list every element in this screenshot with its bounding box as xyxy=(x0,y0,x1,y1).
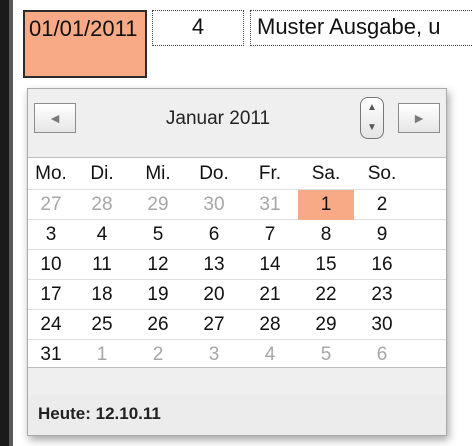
weekday-label: Fr. xyxy=(258,163,282,184)
day-cell[interactable]: 27 xyxy=(186,310,242,340)
week-row: 10 11 12 13 14 15 16 xyxy=(28,250,446,280)
day-cell[interactable]: 6 xyxy=(186,220,242,250)
day-cell[interactable]: 1 xyxy=(74,340,130,370)
date-picker-popup: ◄ Januar 2011 ▲ ▼ ► Mo. Di. Mi. Do. Fr. Sa. So… xyxy=(27,88,447,436)
left-edge-shadow xyxy=(9,0,13,446)
day-cell[interactable]: 11 xyxy=(74,250,130,280)
day-cell[interactable]: 5 xyxy=(298,340,354,370)
weekday-header: Mo. Di. Mi. Do. Fr. Sa. So. xyxy=(28,158,446,190)
day-cell[interactable]: 6 xyxy=(354,340,410,370)
day-cell[interactable]: 2 xyxy=(130,340,186,370)
day-cell-selected[interactable]: 1 xyxy=(298,190,354,220)
date-cell-editing[interactable]: 01/01/2011 xyxy=(23,10,147,78)
next-month-button[interactable]: ► xyxy=(398,103,440,133)
day-cell[interactable]: 28 xyxy=(242,310,298,340)
week-row: 3456789 xyxy=(28,220,446,250)
day-cell[interactable]: 30 xyxy=(354,310,410,340)
month-title: Januar 2011 xyxy=(165,108,271,129)
day-cell[interactable]: 15 xyxy=(298,250,354,280)
prev-month-button[interactable]: ◄ xyxy=(34,103,76,133)
week-row: 27 28 29 30 31 1 2 xyxy=(28,190,446,220)
day-cell[interactable]: 24 xyxy=(28,310,74,340)
day-cell[interactable]: 16 xyxy=(354,250,410,280)
day-cell[interactable]: 22 xyxy=(298,280,354,310)
triangle-right-icon: ► xyxy=(412,110,426,126)
day-cell[interactable]: 4 xyxy=(74,220,130,250)
day-cell[interactable]: 20 xyxy=(186,280,242,310)
weekday-label: Sa. xyxy=(311,163,341,184)
week-row: 17 18 19 20 21 22 23 xyxy=(28,280,446,310)
day-cell[interactable]: 5 xyxy=(130,220,186,250)
day-cell[interactable]: 29 xyxy=(298,310,354,340)
weekday-label: Do. xyxy=(199,163,229,184)
day-cell[interactable]: 31 xyxy=(242,190,298,220)
month-stepper[interactable]: ▲ ▼ xyxy=(360,97,384,139)
weeks-container: 27 28 29 30 31 1 2 3 4 5 6 7 8 9 10 11 12 13 14 15 16 17 18 19 2… xyxy=(28,190,446,367)
description-cell[interactable]: Muster Ausgabe, u xyxy=(250,10,473,46)
day-cell[interactable]: 31 xyxy=(28,340,74,370)
day-cell[interactable]: 2 xyxy=(354,190,410,220)
calendar-grid: Mo. Di. Mi. Do. Fr. Sa. So. 27 28 29 30 31 1 2 3 4 5 6 7 8… xyxy=(28,157,446,368)
day-cell[interactable]: 9 xyxy=(354,220,410,250)
day-cell[interactable]: 7 xyxy=(242,220,298,250)
day-cell[interactable]: 17 xyxy=(28,280,74,310)
day-cell[interactable]: 14 xyxy=(242,250,298,280)
day-cell[interactable]: 18 xyxy=(74,280,130,310)
day-cell[interactable]: 26 xyxy=(130,310,186,340)
day-cell[interactable]: 3 xyxy=(28,220,74,250)
day-cell[interactable]: 10 xyxy=(28,250,74,280)
today-label[interactable]: Heute: 12.10.11 xyxy=(38,401,161,427)
day-cell[interactable]: 29 xyxy=(130,190,186,220)
day-cell[interactable]: 23 xyxy=(354,280,410,310)
day-cell[interactable]: 21 xyxy=(242,280,298,310)
week-row: 31 1 2 3 4 5 6 xyxy=(28,340,446,367)
day-cell[interactable]: 13 xyxy=(186,250,242,280)
day-cell[interactable]: 4 xyxy=(242,340,298,370)
stepper-up-icon[interactable]: ▲ xyxy=(361,98,383,118)
stepper-down-icon[interactable]: ▼ xyxy=(361,118,383,138)
page: 01/01/2011 4 Muster Ausgabe, u ◄ Januar … xyxy=(0,0,473,446)
day-cell[interactable]: 25 xyxy=(74,310,130,340)
number-cell[interactable]: 4 xyxy=(152,10,244,46)
weekday-label: Mo. xyxy=(35,163,67,184)
day-cell[interactable]: 12 xyxy=(130,250,186,280)
today-footer[interactable]: Heute: 12.10.11 xyxy=(28,395,446,435)
left-edge xyxy=(0,0,9,446)
triangle-left-icon: ◄ xyxy=(48,110,62,126)
day-cell[interactable]: 8 xyxy=(298,220,354,250)
day-cell[interactable]: 28 xyxy=(74,190,130,220)
weekday-label: Mi. xyxy=(145,163,171,184)
day-cell[interactable]: 19 xyxy=(130,280,186,310)
weekday-label: So. xyxy=(367,163,397,184)
day-cell[interactable]: 30 xyxy=(186,190,242,220)
day-cell[interactable]: 27 xyxy=(28,190,74,220)
weekday-label: Di. xyxy=(90,163,114,184)
day-cell[interactable]: 3 xyxy=(186,340,242,370)
week-row: 24 25 26 27 28 29 30 xyxy=(28,310,446,340)
